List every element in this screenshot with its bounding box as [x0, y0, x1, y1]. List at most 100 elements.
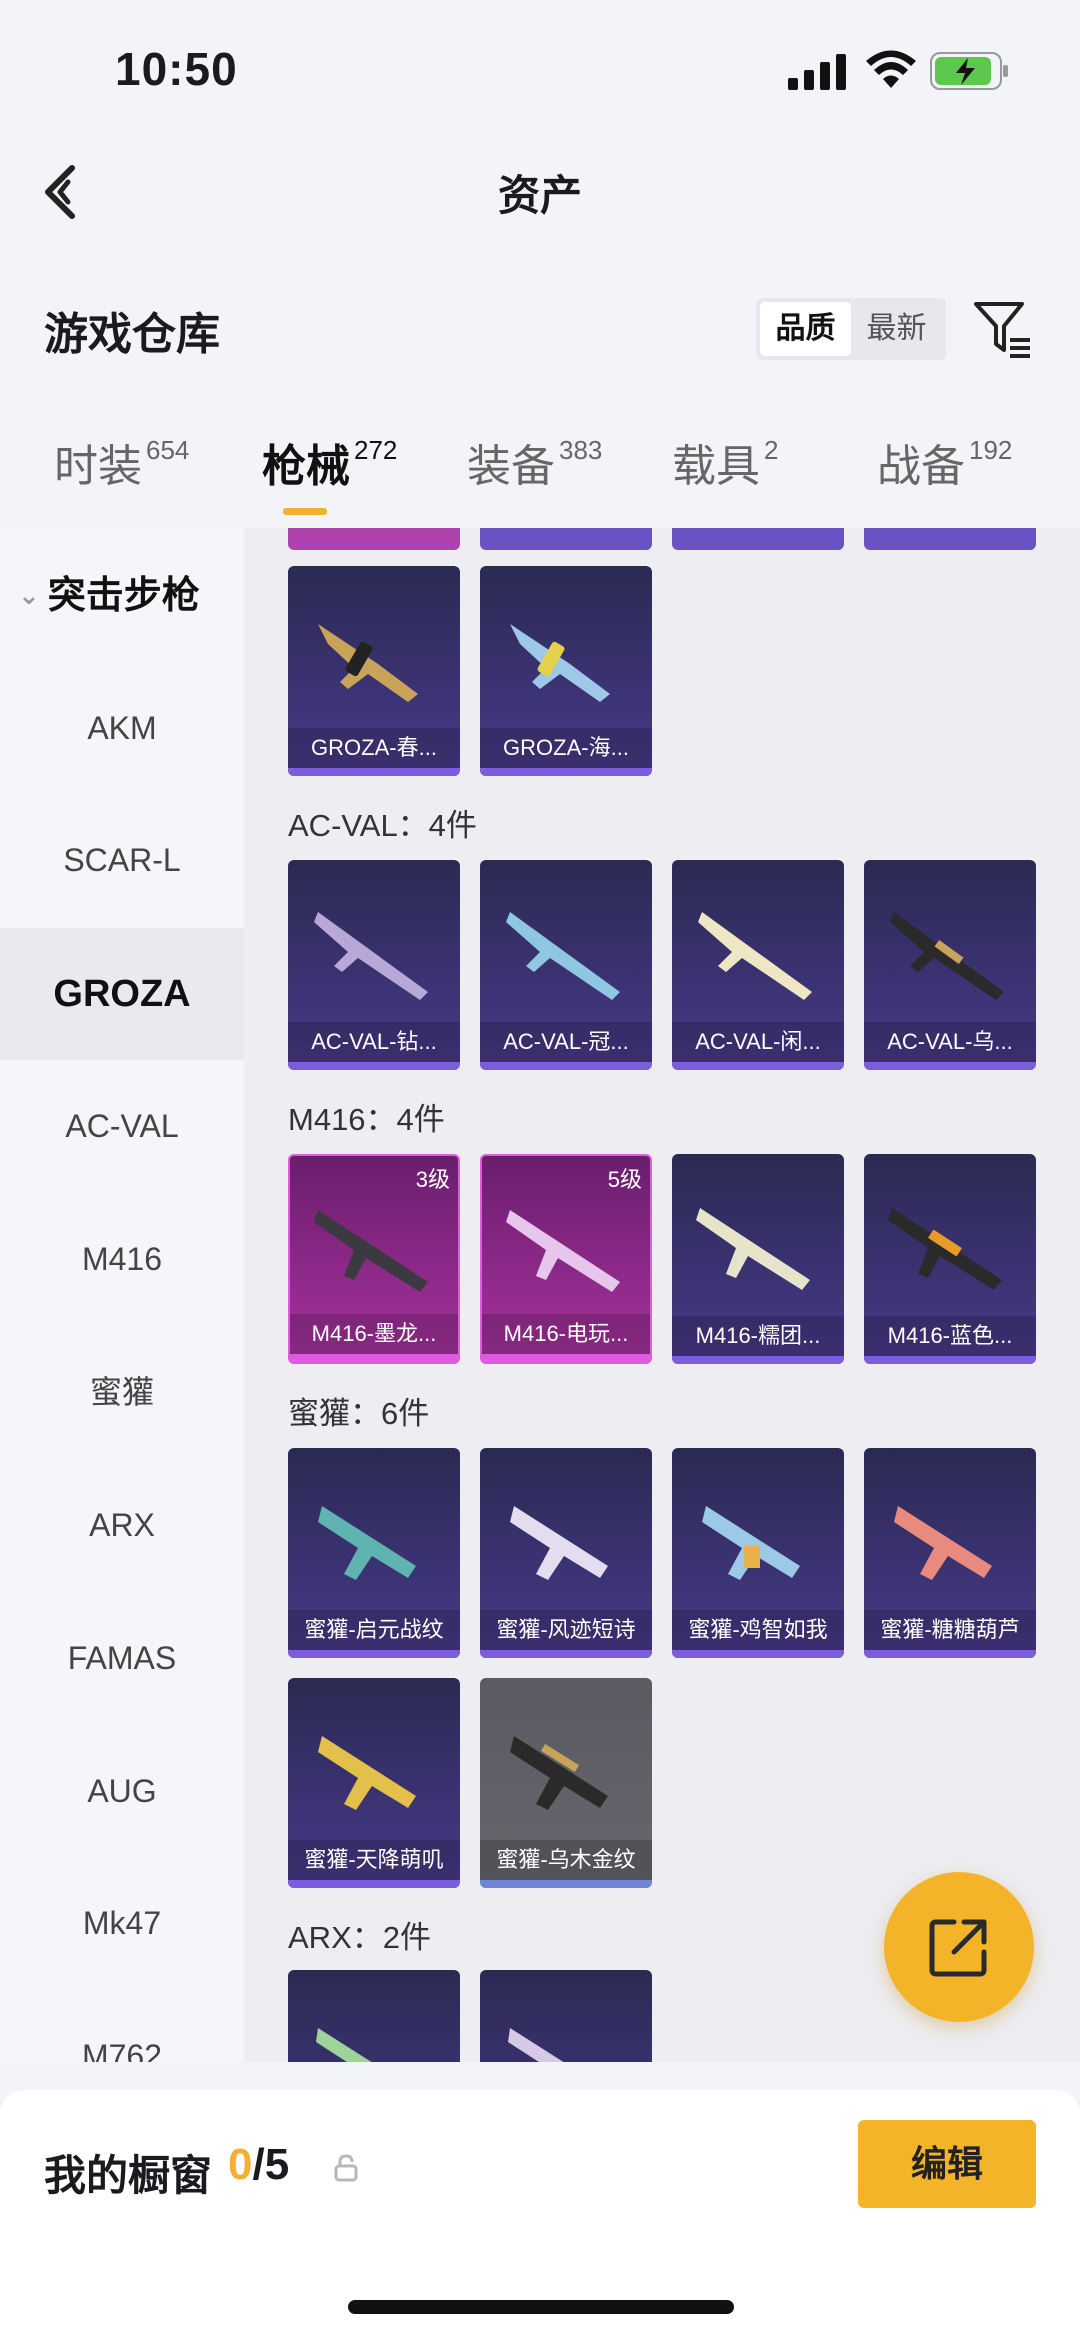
rarity-strip: [288, 1650, 460, 1658]
rarity-strip: [672, 1650, 844, 1658]
tab-count: 192: [969, 435, 1013, 465]
skin-card[interactable]: GROZA-春...: [288, 566, 460, 776]
sidebar-item-arx[interactable]: ARX: [0, 1459, 244, 1591]
skin-name: AC-VAL-钻...: [288, 1022, 460, 1062]
gun-image-icon: [318, 1736, 416, 1810]
gun-image-icon: [702, 1506, 800, 1580]
gun-image-icon: [318, 1506, 416, 1580]
skin-name: 蜜獾-风迹短诗: [480, 1610, 652, 1650]
filter-icon[interactable]: [972, 300, 1034, 358]
rarity-strip: [480, 1062, 652, 1070]
skin-card[interactable]: 5级 M416-电玩...: [480, 1154, 652, 1364]
skin-card[interactable]: AC-VAL-冠...: [480, 860, 652, 1070]
group-label-ac-val: AC-VAL：4件: [288, 808, 477, 843]
tab-fashion[interactable]: 时装 654: [54, 430, 189, 522]
tab-count: 272: [354, 435, 398, 465]
sidebar-item-aug[interactable]: AUG: [0, 1725, 244, 1857]
rarity-strip: [480, 1880, 652, 1888]
nav-bar: 资产: [0, 140, 1080, 240]
status-bar: 10:50: [0, 0, 1080, 130]
sidebar-item-mk47[interactable]: Mk47: [0, 1857, 244, 1989]
rarity-strip: [288, 768, 460, 776]
rarity-strip: [864, 1650, 1036, 1658]
group-label-m416: M416：4件: [288, 1102, 445, 1137]
page-title: 资产: [497, 172, 582, 219]
skin-card[interactable]: 蜜獾-糖糖葫芦: [864, 1448, 1036, 1658]
sidebar-item-groza[interactable]: GROZA: [0, 928, 244, 1060]
skin-card[interactable]: M416-糯团...: [672, 1154, 844, 1364]
sidebar-item-scar-l[interactable]: SCAR-L: [0, 794, 244, 926]
skin-card[interactable]: M416-蓝色...: [864, 1154, 1036, 1364]
skin-name: M416-电玩...: [482, 1314, 650, 1354]
sidebar-item-famas[interactable]: FAMAS: [0, 1592, 244, 1724]
rarity-strip: [288, 1880, 460, 1888]
sidebar-item-m416[interactable]: M416: [0, 1193, 244, 1325]
skin-card[interactable]: AC-VAL-钻...: [288, 860, 460, 1070]
sort-option-newest[interactable]: 最新: [851, 302, 942, 356]
sidebar-item-m762[interactable]: M762: [0, 1990, 244, 2062]
card-partial: [480, 528, 652, 550]
tab-count: 654: [146, 435, 190, 465]
sidebar-item-akm[interactable]: AKM: [0, 662, 244, 794]
battery-charging-icon: [930, 52, 1008, 90]
tab-vehicles[interactable]: 载具 2: [672, 430, 778, 522]
skin-name: AC-VAL-乌...: [864, 1022, 1036, 1062]
chevron-down-icon: ⌄: [18, 580, 40, 610]
tab-label: 时装: [54, 442, 142, 491]
skin-card[interactable]: 蜜獾-天降萌叽: [288, 1678, 460, 1888]
edit-button[interactable]: 编辑: [858, 2120, 1036, 2208]
rarity-strip: [290, 1354, 458, 1362]
skin-name: AC-VAL-闲...: [672, 1022, 844, 1062]
cellular-signal-icon: [788, 54, 846, 90]
showcase-current: 0: [228, 2140, 253, 2189]
sidebar-group-assault-rifles[interactable]: ⌄ 突击步枪: [18, 564, 200, 619]
tab-supplies[interactable]: 战备 192: [877, 430, 1012, 522]
skin-name: 蜜獾-天降萌叽: [288, 1840, 460, 1880]
showcase-count: 0/5: [228, 2140, 289, 2190]
gun-image-icon: [698, 912, 812, 1000]
gun-image-icon: [510, 1506, 608, 1580]
gun-image-icon: [510, 1736, 608, 1810]
sort-option-quality[interactable]: 品质: [760, 302, 851, 356]
rarity-strip: [672, 1062, 844, 1070]
skin-card[interactable]: AC-VAL-闲...: [672, 860, 844, 1070]
skin-card[interactable]: 3级 M416-墨龙...: [288, 1154, 460, 1364]
rarity-strip: [482, 1354, 650, 1362]
sort-toggle: 品质 最新: [756, 298, 946, 360]
gun-image-icon: [510, 624, 610, 702]
gun-image-icon: [316, 2028, 372, 2062]
skin-name: AC-VAL-冠...: [480, 1022, 652, 1062]
gun-image-icon: [890, 912, 1004, 1000]
wifi-icon: [866, 50, 916, 88]
weapon-sidebar: ⌄ 突击步枪 AKM SCAR-L GROZA AC-VAL M416 蜜獾 AR…: [0, 528, 244, 2062]
skin-card[interactable]: 蜜獾-乌木金纹: [480, 1678, 652, 1888]
showcase-total: /5: [252, 2140, 290, 2189]
tab-count: 383: [559, 435, 603, 465]
gun-image-icon: [506, 912, 620, 1000]
skin-card[interactable]: 蜜獾-启元战纹: [288, 1448, 460, 1658]
skin-card[interactable]: GROZA-海...: [480, 566, 652, 776]
warehouse-title: 游戏仓库: [44, 310, 220, 359]
sidebar-item-mihuan[interactable]: 蜜獾: [0, 1326, 244, 1458]
tab-equipment[interactable]: 装备 383: [467, 430, 602, 522]
sidebar-group-label: 突击步枪: [47, 575, 200, 617]
gun-image-icon: [894, 1506, 992, 1580]
skin-card[interactable]: AC-VAL-乌...: [864, 860, 1036, 1070]
skin-card[interactable]: [480, 1970, 652, 2062]
skin-card[interactable]: 蜜獾-风迹短诗: [480, 1448, 652, 1658]
rarity-strip: [864, 1062, 1036, 1070]
share-button[interactable]: [884, 1872, 1034, 2022]
card-partial: [672, 528, 844, 550]
skin-name: GROZA-春...: [288, 728, 460, 768]
gun-image-icon: [506, 1210, 620, 1292]
sidebar-item-ac-val[interactable]: AC-VAL: [0, 1060, 244, 1192]
skin-name: 蜜獾-鸡智如我: [672, 1610, 844, 1650]
skin-card[interactable]: 蜜獾-鸡智如我: [672, 1448, 844, 1658]
gun-image-icon: [318, 624, 418, 702]
gun-image-icon: [696, 1208, 810, 1290]
tab-firearms[interactable]: 枪械 272: [262, 430, 397, 522]
skin-card[interactable]: [288, 1970, 460, 2062]
group-label-arx: ARX：2件: [288, 1920, 431, 1955]
lock-icon: [334, 2154, 358, 2182]
category-tabs: 时装 654 枪械 272 装备 383 载具 2 战备 192: [0, 430, 1080, 522]
